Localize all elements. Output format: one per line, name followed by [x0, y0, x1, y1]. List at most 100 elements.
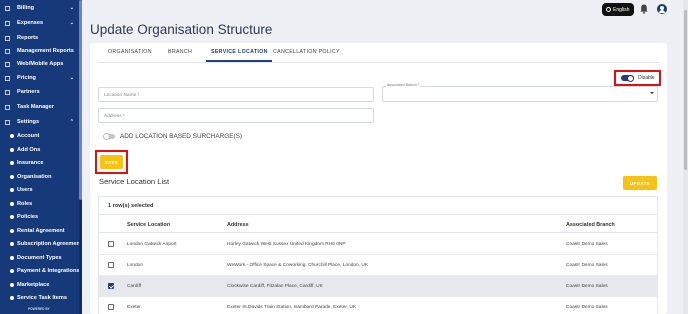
bullet-icon: [9, 147, 14, 152]
cell-service-location: London Gatwick Airport: [127, 242, 177, 247]
cell-service-location: Cardiff: [127, 284, 142, 289]
sidebar-subitem[interactable]: Subscription Agreement: [0, 238, 82, 250]
pricing-icon: [5, 75, 10, 81]
row-checkbox[interactable]: [108, 241, 114, 247]
sidebar-scrollbar-thumb[interactable]: [79, 0, 82, 200]
sidebar-item-label: Expenses: [17, 20, 44, 26]
service-location-list-title: Service Location List: [99, 177, 170, 186]
billing-icon: [5, 5, 10, 11]
sidebar-subitem-label: Subscription Agreement: [17, 241, 82, 247]
tab-cancellation-policy[interactable]: CANCELLATION POLICY: [273, 49, 340, 55]
table-row[interactable]: Cardiff Clockwise Cardiff, Fitzalan Place…: [99, 276, 657, 297]
save-button[interactable]: SAVE: [100, 155, 123, 169]
task-manager-icon: [5, 104, 10, 110]
management-reports-icon: [5, 48, 10, 54]
bullet-icon: [9, 215, 14, 220]
page-title: Update Organisation Structure: [90, 22, 273, 37]
bullet-icon: [9, 296, 14, 301]
sidebar-item-label: Management Reports: [17, 48, 74, 54]
tab-branch[interactable]: BRANCH: [168, 49, 192, 55]
surcharge-toggle[interactable]: [103, 133, 115, 140]
sidebar-item-label: Pricing: [17, 75, 36, 81]
bullet-icon: [9, 269, 14, 274]
cell-address: Exeter St.Davids Train Station, Isambard…: [227, 305, 357, 310]
sidebar-item[interactable]: Expenses ⌄: [0, 17, 82, 29]
sidebar-subitem-label: Roles: [17, 200, 33, 207]
sidebar-subitem[interactable]: Users: [0, 184, 82, 196]
sidebar-subitem-label: Service Task Items: [17, 295, 67, 301]
sidebar-item[interactable]: Web/Mobile Apps: [0, 58, 82, 70]
active-tab-indicator: [206, 60, 272, 62]
table-row[interactable]: London WeWork - Office Space & Coworking,…: [99, 255, 657, 276]
sidebar-subitem[interactable]: Service Task Items: [0, 292, 82, 304]
language-button[interactable]: English: [602, 3, 634, 16]
tab-organisation[interactable]: ORGANISATION: [108, 49, 152, 55]
bullet-icon: [9, 201, 14, 206]
powered-by-label: POWERED BY: [28, 307, 50, 311]
bullet-icon: [9, 255, 14, 260]
sidebar-subitem-label: Marketplace: [17, 281, 50, 288]
sidebar-subitem-label: Payment & Integrations: [17, 268, 80, 274]
disable-toggle-highlight: Disable: [614, 70, 661, 86]
column-header-service-location[interactable]: Service Location: [127, 222, 170, 228]
sidebar-subitem[interactable]: Add Ons: [0, 144, 82, 156]
chevron-down-icon: ⌄: [69, 75, 74, 81]
sidebar-subitem-label: Add Ons: [17, 146, 41, 153]
bullet-icon: [9, 134, 14, 139]
sidebar-item[interactable]: Billing ⌄: [0, 2, 82, 14]
sidebar-subitem[interactable]: Payment & Integrations: [0, 265, 82, 277]
sidebar-subitem[interactable]: Policies: [0, 211, 82, 223]
sidebar-item[interactable]: Settings ⌃: [0, 116, 82, 128]
tab-service-location[interactable]: SERVICE LOCATION: [211, 49, 268, 55]
selection-summary: 1 row(s) selected: [99, 197, 657, 215]
surcharge-label: ADD LOCATION BASED SURCHARGE(S): [120, 133, 243, 140]
associated-branch-select[interactable]: [382, 86, 658, 102]
bullet-icon: [9, 242, 14, 247]
address-input[interactable]: Address *: [98, 108, 374, 123]
chevron-down-icon: ⌄: [69, 5, 74, 11]
cell-associated-branch: Coastr Demo Sales: [566, 242, 608, 247]
page-scrollbar[interactable]: [683, 0, 688, 314]
user-avatar-icon[interactable]: [657, 4, 667, 14]
surcharge-toggle-row[interactable]: ADD LOCATION BASED SURCHARGE(S): [103, 133, 243, 140]
sidebar-subitem[interactable]: Rental Agreement: [0, 225, 82, 237]
sidebar-subitem[interactable]: Insurance: [0, 157, 82, 169]
page-scrollbar-thumb[interactable]: [684, 10, 687, 170]
location-name-input[interactable]: Location Name *: [98, 87, 374, 102]
disable-toggle[interactable]: [621, 74, 634, 82]
row-checkbox[interactable]: [108, 304, 114, 310]
selected-count: 1 row(s) selected: [108, 203, 154, 209]
bell-icon[interactable]: [640, 4, 648, 14]
table-row[interactable]: London Gatwick Airport Horley Gatwick Wes…: [99, 234, 657, 255]
cell-address: Clockwise Cardiff, Fitzalan Place, Cardi…: [227, 284, 323, 289]
sidebar-item[interactable]: Task Manager: [0, 101, 82, 113]
column-header-associated-branch[interactable]: Associated Branch: [566, 222, 615, 228]
sidebar-item[interactable]: Reports: [0, 32, 82, 44]
sidebar-subitem[interactable]: Marketplace: [0, 279, 82, 291]
row-checkbox[interactable]: [108, 283, 114, 289]
table-row[interactable]: Exeter Exeter St.Davids Train Station, Is…: [99, 297, 657, 314]
sidebar-subitem[interactable]: Document Types: [0, 252, 82, 264]
row-checkbox[interactable]: [108, 262, 114, 268]
update-button[interactable]: UPDATE: [623, 176, 657, 190]
sidebar-item[interactable]: Pricing ⌄: [0, 72, 82, 84]
sidebar-subitem-label: Account: [17, 133, 40, 139]
sidebar-item-label: Web/Mobile Apps: [17, 61, 64, 67]
cell-service-location: Exeter: [127, 305, 141, 310]
apps-icon: [5, 61, 10, 67]
sidebar-subitem-label: Rental Agreement: [17, 227, 65, 234]
sidebar-subitem[interactable]: Roles: [0, 198, 82, 210]
sidebar-item[interactable]: Partners: [0, 86, 82, 98]
sidebar-subitem[interactable]: Organisation: [0, 171, 82, 183]
chevron-down-icon: ⌄: [69, 20, 74, 26]
globe-icon: [606, 7, 611, 12]
expenses-icon: [5, 20, 10, 26]
table-header: Service Location Address Associated Bran…: [99, 215, 657, 233]
sidebar-scrollbar[interactable]: [79, 0, 82, 314]
chevron-down-icon[interactable]: [650, 92, 654, 94]
sidebar-subitem-label: Policies: [17, 214, 39, 220]
save-button-highlight: SAVE: [95, 150, 128, 174]
column-header-address[interactable]: Address: [227, 222, 249, 228]
sidebar-item[interactable]: Management Reports: [0, 45, 82, 57]
sidebar-subitem[interactable]: Account: [0, 130, 82, 142]
